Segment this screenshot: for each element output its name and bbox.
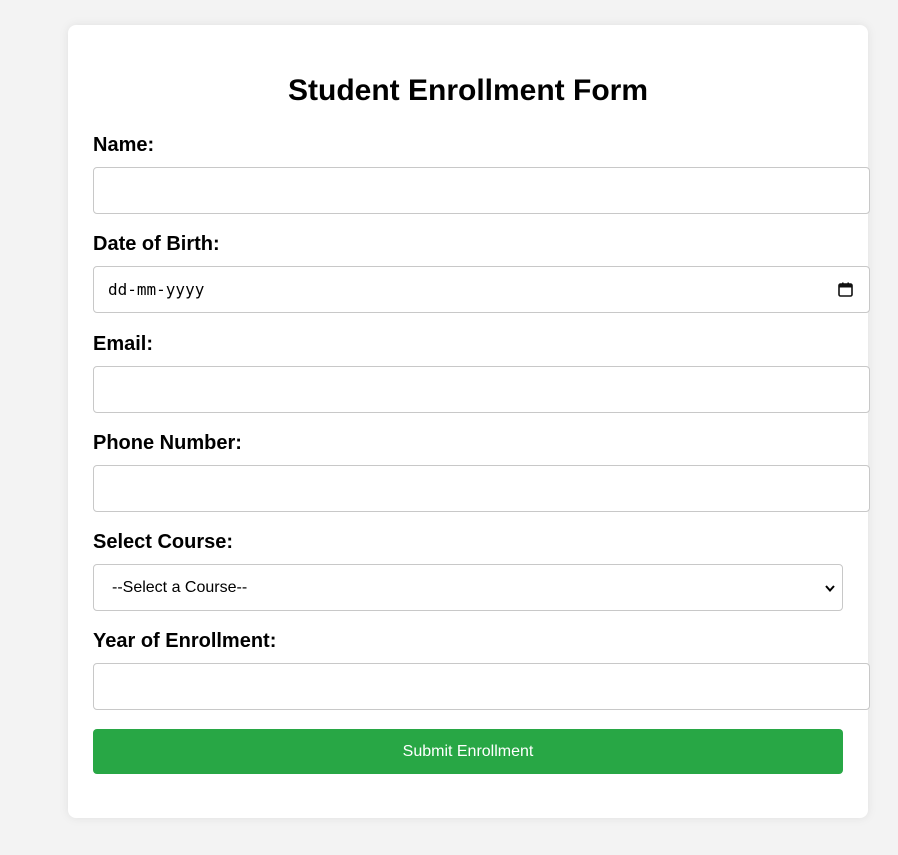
email-label: Email: (93, 333, 154, 355)
calendar-icon[interactable] (838, 282, 853, 297)
year-of-enrollment-input[interactable] (93, 663, 870, 710)
submit-enrollment-button[interactable]: Submit Enrollment (93, 729, 843, 774)
phone-number-input[interactable] (93, 465, 870, 512)
phone-number-label: Phone Number: (93, 432, 242, 454)
select-course-label: Select Course: (93, 531, 234, 553)
year-of-enrollment-label: Year of Enrollment: (93, 630, 277, 652)
date-of-birth-label: Date of Birth: (93, 233, 220, 255)
form-title: Student Enrollment Form (288, 74, 648, 107)
date-of-birth-input[interactable]: dd-mm-yyyy (93, 266, 870, 313)
course-select[interactable]: --Select a Course-- (93, 564, 843, 611)
email-input[interactable] (93, 366, 870, 413)
enrollment-form-card: Student Enrollment Form Name: Date of Bi… (68, 25, 870, 818)
course-select-value: --Select a Course-- (112, 579, 248, 596)
name-input[interactable] (93, 167, 870, 214)
date-placeholder: dd-mm-yyyy (108, 280, 205, 299)
chevron-down-icon (825, 585, 835, 593)
name-label: Name: (93, 134, 155, 156)
